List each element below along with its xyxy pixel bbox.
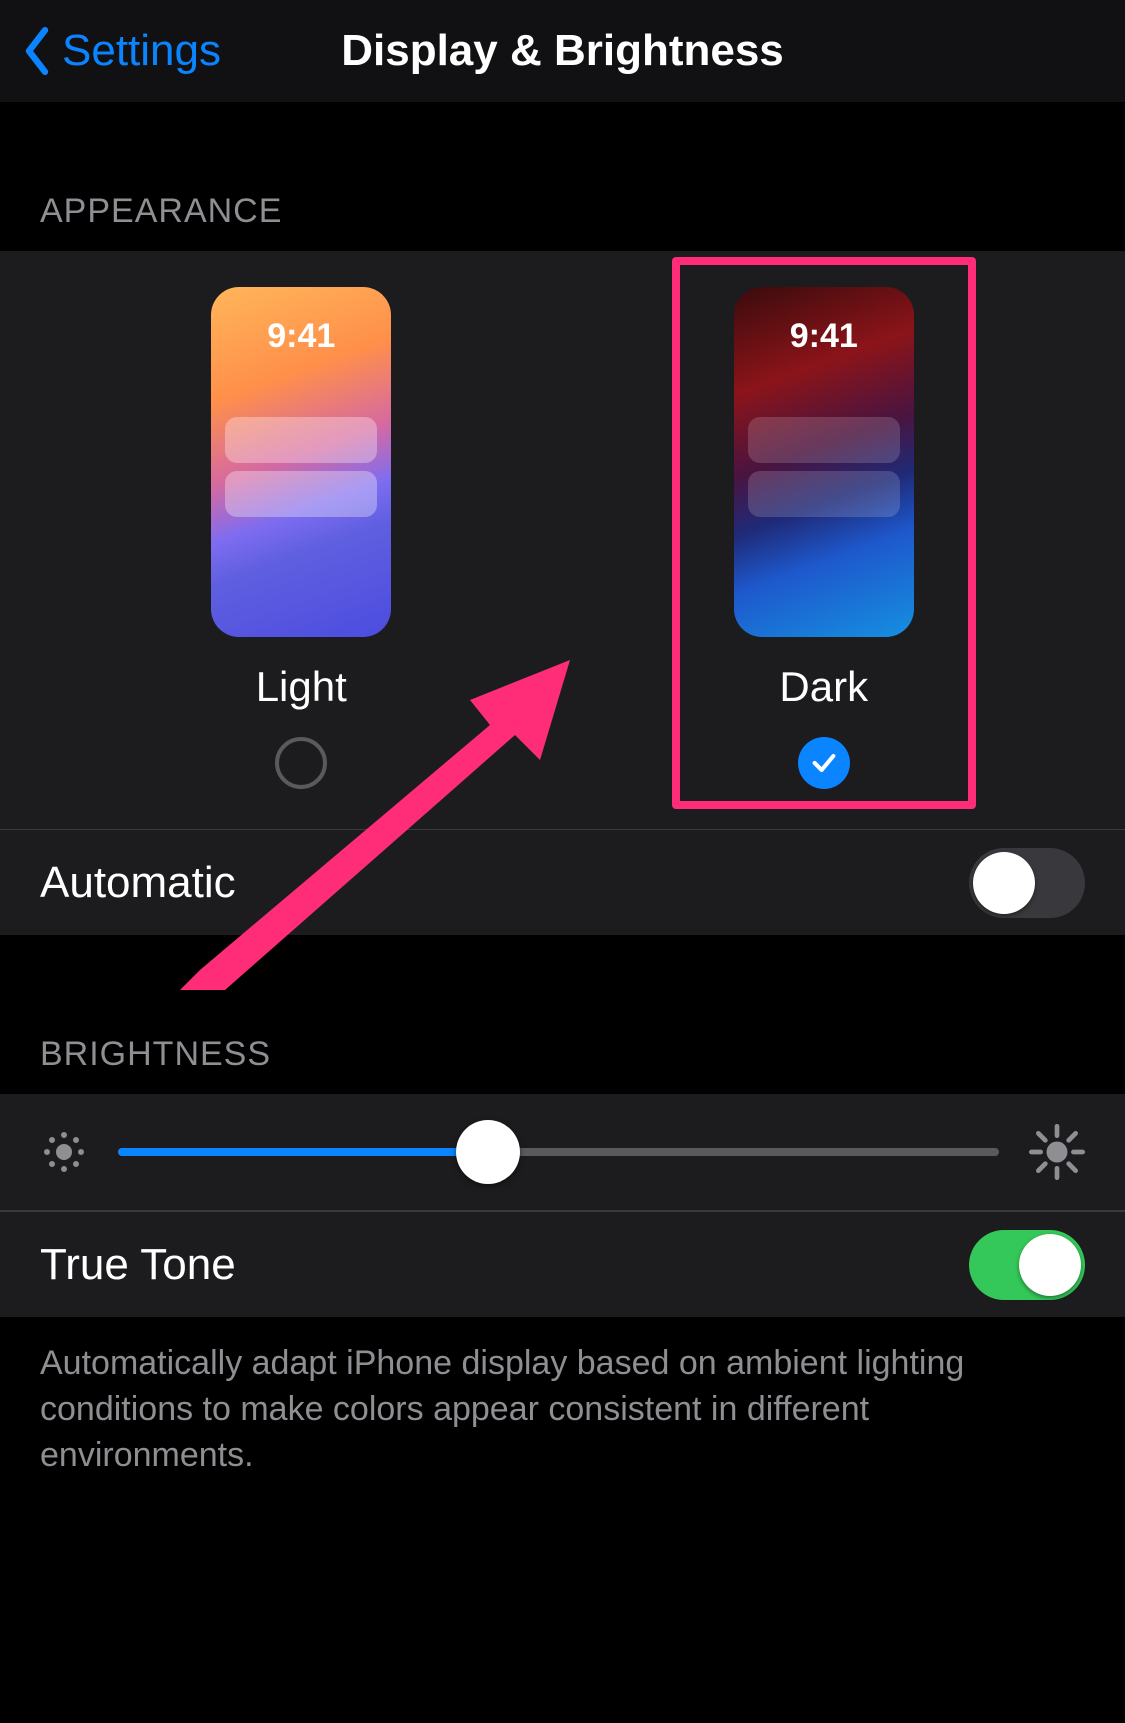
slider-handle[interactable] [456,1120,520,1184]
true-tone-footer: Automatically adapt iPhone display based… [0,1317,1125,1519]
preview-widget [748,471,900,517]
nav-bar: Settings Display & Brightness [0,0,1125,102]
light-label: Light [256,663,347,711]
appearance-panel: 9:41 Light 9:41 Dark [0,251,1125,935]
automatic-row: Automatic [0,829,1125,935]
true-tone-toggle[interactable] [969,1230,1085,1300]
true-tone-label: True Tone [40,1240,236,1290]
dark-radio[interactable] [798,737,850,789]
sun-min-icon [40,1128,88,1176]
back-label: Settings [62,26,221,76]
appearance-options: 9:41 Light 9:41 Dark [0,251,1125,829]
automatic-label: Automatic [40,858,236,908]
preview-widget [225,417,377,463]
dark-preview-thumbnail: 9:41 [734,287,914,637]
light-preview-thumbnail: 9:41 [211,287,391,637]
back-button[interactable]: Settings [22,26,221,76]
true-tone-row: True Tone [0,1211,1125,1317]
slider-fill [118,1148,488,1156]
preview-widget [225,471,377,517]
appearance-option-light[interactable]: 9:41 Light [211,287,391,789]
toggle-knob [1019,1234,1081,1296]
dark-label: Dark [779,663,868,711]
appearance-header: APPEARANCE [0,192,1125,251]
toggle-knob [973,852,1035,914]
section-gap [0,935,1125,1035]
section-gap [0,102,1125,192]
checkmark-icon [810,749,838,777]
light-radio[interactable] [275,737,327,789]
brightness-slider[interactable] [118,1120,999,1184]
appearance-option-dark[interactable]: 9:41 Dark [734,287,914,789]
preview-clock: 9:41 [211,317,391,356]
automatic-toggle[interactable] [969,848,1085,918]
brightness-panel: True Tone [0,1094,1125,1317]
preview-widget [748,417,900,463]
sun-max-icon [1029,1124,1085,1180]
brightness-slider-row [0,1094,1125,1211]
brightness-header: BRIGHTNESS [0,1035,1125,1094]
preview-clock: 9:41 [734,317,914,356]
settings-screen: Settings Display & Brightness APPEARANCE… [0,0,1125,1723]
slider-track [118,1148,999,1156]
chevron-left-icon [22,27,52,75]
